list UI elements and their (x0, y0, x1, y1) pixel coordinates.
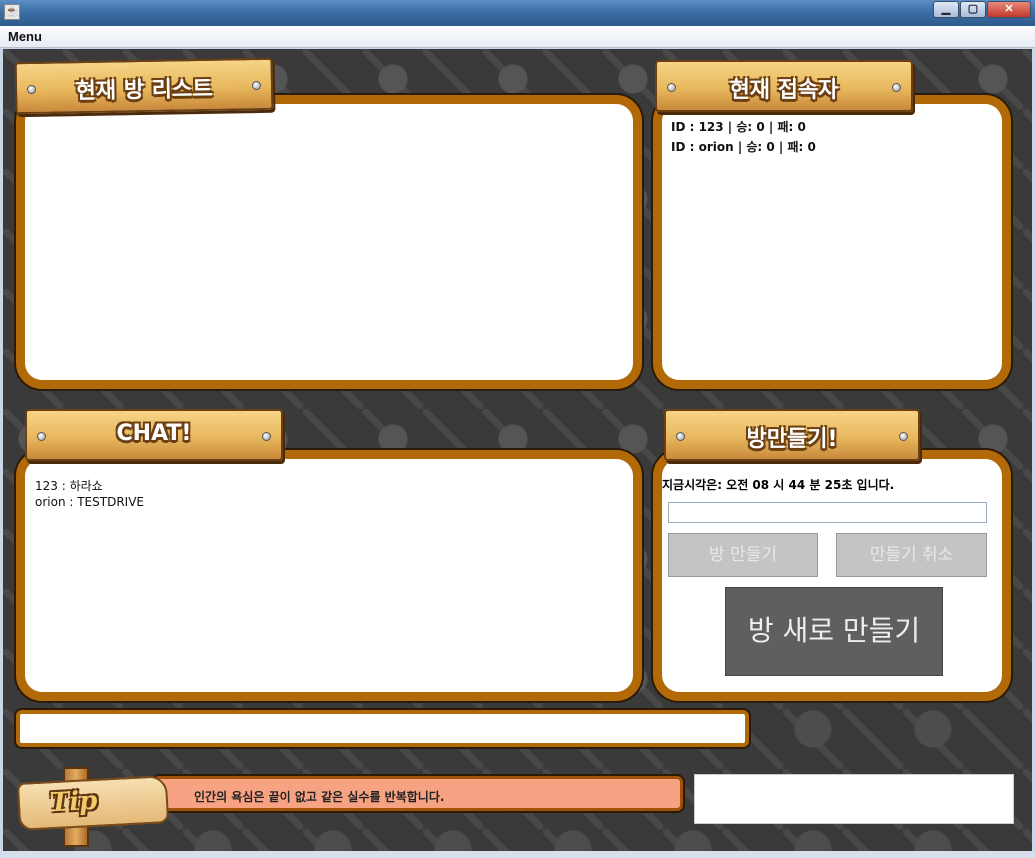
nail-icon (262, 432, 271, 441)
window-controls: ▁ ▢ ✕ (932, 1, 1031, 18)
users-title: 현재 접속자 (729, 78, 839, 103)
chat-message: orion : TESTDRIVE (35, 495, 144, 509)
make-room-title-plank: 방만들기! (664, 409, 920, 461)
tip-signpost: Tip (16, 767, 178, 851)
user-list-item[interactable]: ID : 123 | 승: 0 | 패: 0 (671, 118, 1002, 138)
room-name-input[interactable] (668, 502, 987, 523)
chat-input[interactable] (16, 710, 749, 747)
nail-icon (892, 83, 901, 92)
window-bottom-border (0, 851, 1035, 858)
users-title-plank: 현재 접속자 (655, 60, 913, 112)
java-app-icon: ☕ (4, 4, 20, 20)
signpost-board: Tip (16, 775, 170, 831)
lobby-content: 현재 방 리스트 ID : 123 | 승: 0 | 패: 0 ID : ori… (3, 49, 1032, 851)
menubar: Menu (0, 26, 1035, 48)
chat-title: CHAT! (116, 421, 192, 446)
room-list-title: 현재 방 리스트 (75, 76, 213, 105)
blank-panel (694, 774, 1014, 824)
chat-message: 123 : 하라쇼 (35, 479, 103, 493)
chat-title-plank: CHAT! (25, 409, 283, 461)
nail-icon (251, 80, 262, 91)
maximize-button[interactable]: ▢ (960, 1, 986, 18)
create-room-button[interactable]: 방 만들기 (668, 533, 818, 577)
tip-text: 인간의 욕심은 끝이 없고 같은 실수를 반복합니다. (194, 790, 445, 804)
window-titlebar: ☕ ▁ ▢ ✕ (0, 0, 1035, 26)
clock-text: 지금시각은: 오전 08 시 44 분 25초 입니다. (662, 478, 895, 492)
tip-label: Tip (49, 785, 99, 819)
minimize-button[interactable]: ▁ (933, 1, 959, 18)
tip-bar: 인간의 욕심은 끝이 없고 같은 실수를 반복합니다. (153, 776, 683, 811)
menu-button[interactable]: Menu (8, 29, 42, 44)
make-room-panel: 지금시각은: 오전 08 시 44 분 25초 입니다. 방 만들기 만들기 취… (653, 450, 1011, 701)
new-room-button[interactable]: 방 새로 만들기 (725, 587, 943, 676)
room-list-title-plank: 현재 방 리스트 (14, 57, 274, 115)
cancel-create-button[interactable]: 만들기 취소 (836, 533, 987, 577)
nail-icon (899, 432, 908, 441)
users-panel: ID : 123 | 승: 0 | 패: 0 ID : orion | 승: 0… (653, 95, 1011, 389)
make-room-title: 방만들기! (746, 427, 838, 452)
close-button[interactable]: ✕ (987, 1, 1031, 18)
chat-panel: 123 : 하라쇼 orion : TESTDRIVE (16, 450, 642, 701)
user-list-item[interactable]: ID : orion | 승: 0 | 패: 0 (671, 138, 1002, 158)
room-list-panel[interactable] (16, 95, 642, 389)
